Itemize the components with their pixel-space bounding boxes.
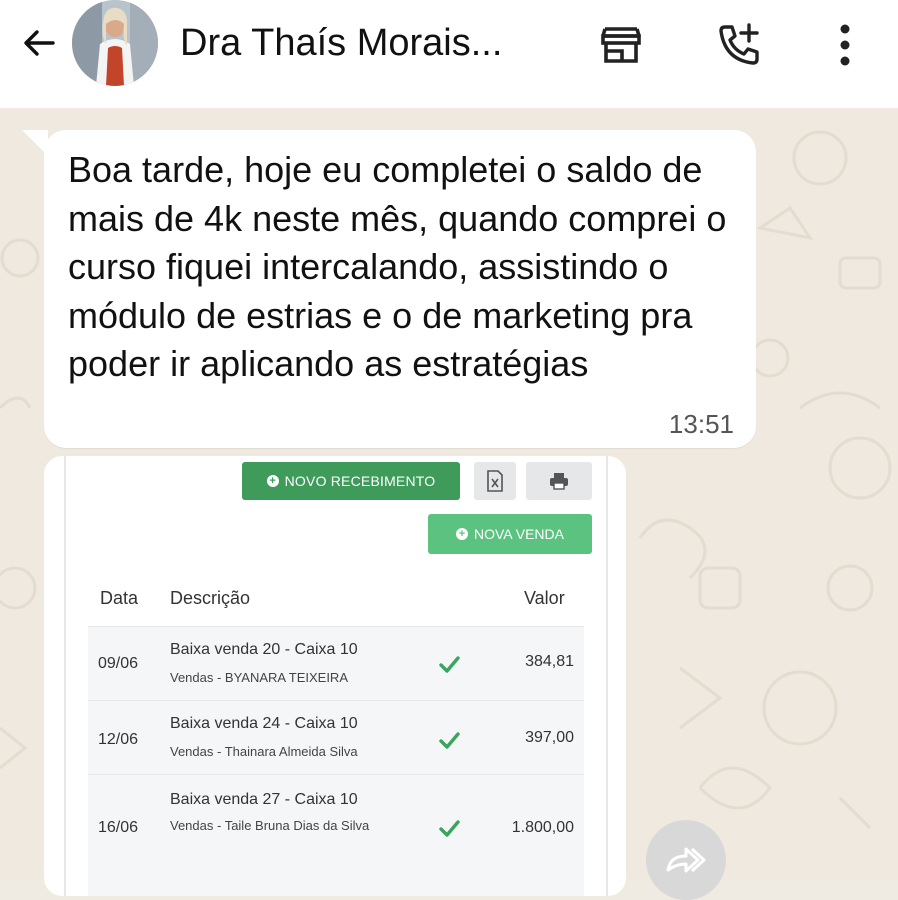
check-icon <box>439 656 460 673</box>
row-title: Baixa venda 24 - Caixa 10 <box>170 715 358 732</box>
check-icon <box>439 820 460 837</box>
print-button <box>526 462 592 500</box>
row-subtitle: Vendas - Thainara Almeida Silva <box>170 744 358 759</box>
table-row: 12/06 Baixa venda 24 - Caixa 10 Vendas -… <box>88 700 584 775</box>
row-value: 397,00 <box>525 729 574 746</box>
forward-icon <box>666 847 706 873</box>
more-options-button[interactable] <box>820 20 870 70</box>
financial-table-card: + NOVO RECEBIMENTO + NOVA VENDA Data Des… <box>64 456 608 896</box>
row-subtitle: Vendas - BYANARA TEIXEIRA <box>170 670 348 685</box>
row-title: Baixa venda 20 - Caixa 10 <box>170 641 358 658</box>
forward-button[interactable] <box>646 820 726 900</box>
novo-recebimento-label: NOVO RECEBIMENTO <box>284 473 436 489</box>
plus-circle-icon: + <box>456 528 468 540</box>
plus-circle-icon: + <box>266 475 279 487</box>
excel-export-button <box>474 462 516 500</box>
header-descricao: Descrição <box>170 588 251 608</box>
avatar[interactable] <box>72 0 158 86</box>
contact-name[interactable]: Dra Thaís Morais... <box>180 18 502 68</box>
chat-header: Dra Thaís Morais... <box>0 0 898 108</box>
image-message-bubble[interactable]: + NOVO RECEBIMENTO + NOVA VENDA Data Des… <box>44 456 626 896</box>
message-time: 13:51 <box>668 409 734 439</box>
row-date: 12/06 <box>98 731 139 748</box>
add-call-button[interactable] <box>714 20 764 70</box>
more-vert-icon <box>840 24 850 66</box>
row-title: Baixa venda 27 - Caixa 10 <box>170 791 358 808</box>
incoming-message-bubble[interactable]: Boa tarde, hoje eu completei o saldo de … <box>44 130 756 448</box>
storefront-icon <box>601 27 641 63</box>
row-date: 09/06 <box>98 655 139 672</box>
nova-venda-label: NOVA VENDA <box>474 526 564 542</box>
row-subtitle: Vendas - Taile Bruna Dias da Silva <box>170 818 370 833</box>
add-call-icon <box>719 23 759 65</box>
attached-screenshot: + NOVO RECEBIMENTO + NOVA VENDA Data Des… <box>64 456 608 896</box>
header-valor: Valor <box>524 588 565 608</box>
row-value: 1.800,00 <box>511 819 574 836</box>
excel-file-icon <box>487 470 503 492</box>
message-text: Boa tarde, hoje eu completei o saldo de … <box>68 149 727 384</box>
check-icon <box>439 732 460 749</box>
storefront-button[interactable] <box>596 20 646 70</box>
nova-venda-button: + NOVA VENDA <box>428 514 592 554</box>
novo-recebimento-button: + NOVO RECEBIMENTO <box>242 462 460 500</box>
table-row: 09/06 Baixa venda 20 - Caixa 10 Vendas -… <box>88 626 584 701</box>
printer-icon <box>550 473 568 490</box>
header-data: Data <box>100 588 139 608</box>
row-date: 16/06 <box>98 819 139 836</box>
row-value: 384,81 <box>525 653 574 670</box>
back-button[interactable] <box>14 20 64 66</box>
back-arrow-icon <box>24 30 55 56</box>
avatar-photo <box>72 0 158 86</box>
